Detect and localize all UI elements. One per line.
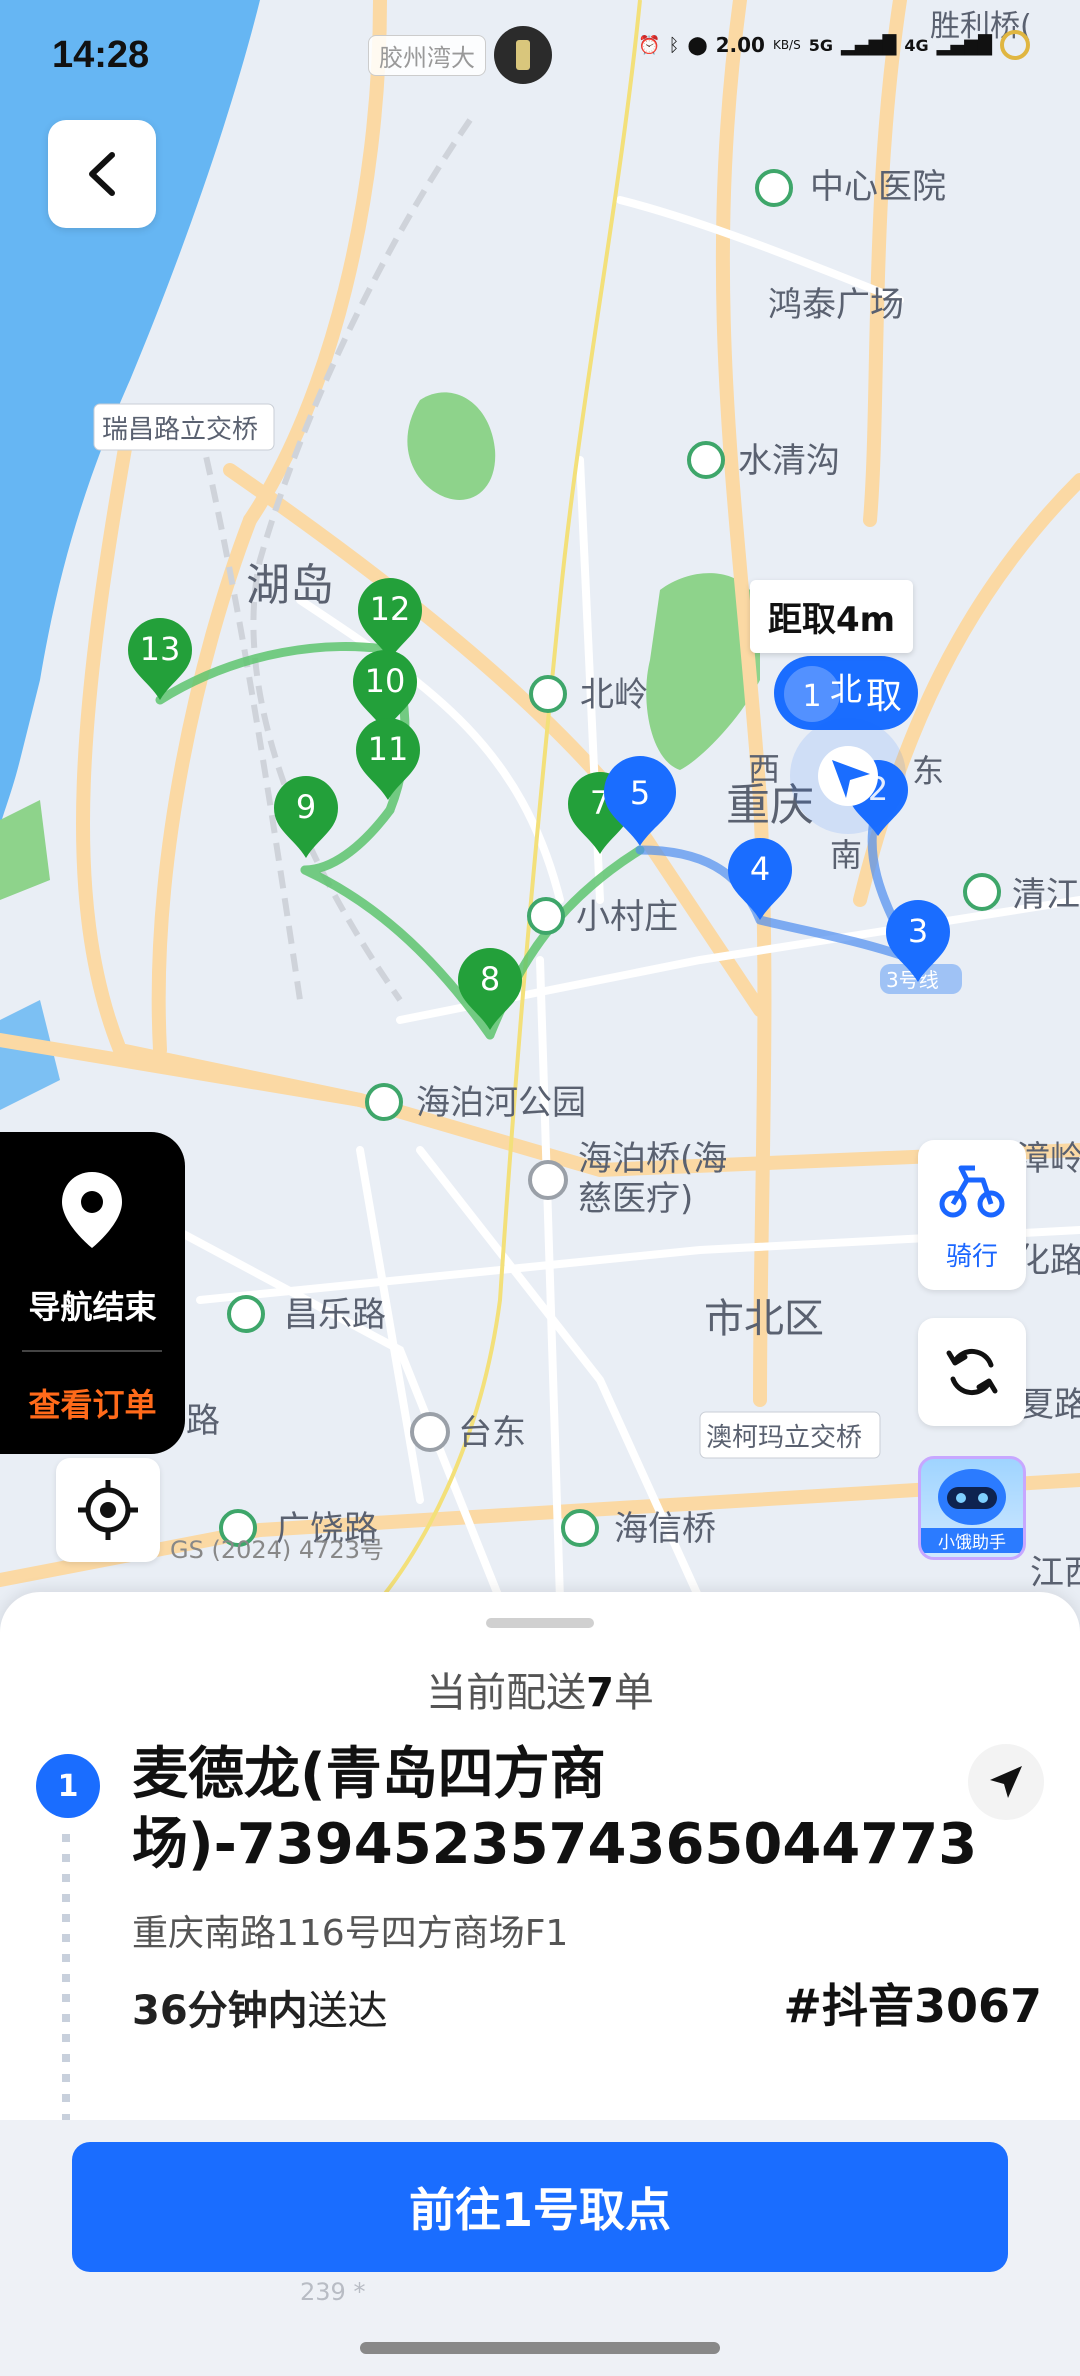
status-bar: 14:28 胶州湾大 ⏰ ᛒ ⬤ 2.00 KB/S 5G ▂▄▆█ 4G ▂▄… (0, 0, 1080, 110)
svg-text:9: 9 (296, 788, 316, 826)
map-label: 中心医院 (810, 167, 946, 207)
distance-label: 距取4m (750, 580, 914, 653)
store-address: 重庆南路116号四方商场F1 (132, 1913, 569, 1954)
map-label: 东 (912, 752, 944, 790)
map-label: 鸿泰广场 (768, 285, 904, 325)
map-label: 清江 (1012, 875, 1080, 915)
svg-text:3: 3 (908, 912, 928, 950)
map-label: 北岭 (580, 675, 648, 715)
target-icon (78, 1480, 138, 1540)
assistant-button[interactable]: 小饿助手 (918, 1456, 1026, 1560)
view-order-button[interactable]: 查看订单 (0, 1380, 185, 1426)
map-label: 海泊桥(海 (578, 1139, 727, 1179)
end-navigation-button[interactable]: 导航结束 (0, 1282, 185, 1328)
delivery-count-prefix: 当前配送 (426, 1670, 587, 1716)
map-label: 昌乐路 (284, 1295, 386, 1335)
map-label: 小村庄 (576, 897, 678, 937)
deadline-suffix: 送达 (307, 1988, 388, 2034)
locate-button[interactable] (56, 1458, 160, 1562)
map-label: 海信桥 (614, 1509, 716, 1549)
map-label: 海泊河公园 (416, 1083, 586, 1123)
nav-side-panel: 导航结束 查看订单 (0, 1132, 185, 1454)
map-label: 澳柯玛立交桥 (706, 1423, 862, 1453)
refresh-button[interactable] (918, 1318, 1026, 1426)
ride-mode-button[interactable]: 骑行 (918, 1140, 1026, 1290)
signal-icon: ▂▄▆█ (840, 34, 897, 56)
home-indicator[interactable] (360, 2342, 720, 2354)
map-label: 湖岛 (246, 560, 334, 611)
navigate-button[interactable] (968, 1744, 1044, 1820)
map-label: 夏路 (1020, 1385, 1080, 1425)
map-label: 台东 (458, 1413, 526, 1453)
bluetooth-icon: ᛒ (668, 34, 680, 56)
navigation-arrow-icon (990, 1766, 1022, 1798)
svg-text:12: 12 (370, 590, 411, 628)
location-icon: ⬤ (687, 34, 708, 56)
network-speed: 2.00 (715, 33, 765, 57)
assistant-label: 小饿助手 (921, 1528, 1023, 1553)
svg-text:13: 13 (140, 630, 181, 668)
map-label: 南 (830, 836, 862, 874)
divider (22, 1350, 162, 1352)
svg-text:4: 4 (750, 850, 770, 888)
current-location-icon (790, 718, 906, 834)
delivery-count: 当前配送7单 (0, 1660, 1080, 1718)
delivery-count-suffix: 单 (613, 1670, 654, 1716)
svg-text:11: 11 (368, 730, 409, 768)
svg-text:10: 10 (365, 662, 406, 700)
svg-text:取: 取 (866, 676, 902, 717)
map-label: 瑞昌路立交桥 (102, 415, 258, 445)
robot-icon (938, 1469, 1006, 1525)
signal-4g-label: 4G (904, 35, 929, 55)
map-pin-icon (62, 1172, 122, 1248)
store-name[interactable]: 麦德龙(青岛四方商场)-7394523574365044773 (132, 1740, 977, 1880)
back-button[interactable] (48, 120, 156, 228)
ride-mode-label: 骑行 (945, 1242, 998, 1272)
delivery-count-value: 7 (586, 1670, 614, 1716)
svg-text:8: 8 (480, 960, 500, 998)
map-copyright: GS (2024) 4723号 (170, 1536, 384, 1564)
chevron-left-icon (89, 152, 115, 196)
status-place-label: 胶州湾大 (368, 34, 486, 76)
order-index-badge: 1 (36, 1754, 100, 1818)
bicycle-icon (939, 1165, 1005, 1218)
map-label: 江西 (1030, 1553, 1080, 1593)
alarm-icon: ⏰ (638, 34, 661, 56)
map-label: 市北区 (704, 1296, 824, 1342)
delivery-deadline: 36分钟内送达 (132, 1978, 388, 2036)
map-label: 慈医疗) (578, 1179, 693, 1219)
flashlight-icon[interactable] (494, 26, 552, 84)
refresh-icon (946, 1348, 998, 1396)
sheet-drag-handle[interactable] (486, 1618, 594, 1628)
svg-text:1: 1 (802, 679, 821, 714)
map-label: 西 (748, 750, 780, 788)
map-label: 路 (186, 1401, 220, 1441)
hidden-row-text: 239 * (300, 2278, 366, 2306)
status-center: 胶州湾大 (368, 26, 552, 84)
status-icons: ⏰ ᛒ ⬤ 2.00 KB/S 5G ▂▄▆█ 4G ▂▄▆█ (638, 30, 1030, 60)
deadline-time: 36分钟内 (132, 1988, 308, 2034)
go-to-pickup-button[interactable]: 前往1号取点 (72, 2142, 1008, 2272)
status-time: 14:28 (52, 34, 150, 76)
timeline-dots (62, 1834, 70, 2124)
svg-text:北: 北 (830, 670, 862, 708)
signal-5g-label: 5G (808, 35, 833, 55)
battery-icon (1000, 30, 1030, 60)
signal-icon: ▂▄▆█ (936, 34, 992, 56)
platform-order-tag: #抖音3067 (783, 1979, 1042, 2033)
map-label: 水清沟 (738, 441, 840, 481)
network-unit: KB/S (772, 38, 801, 52)
svg-text:5: 5 (630, 774, 650, 812)
